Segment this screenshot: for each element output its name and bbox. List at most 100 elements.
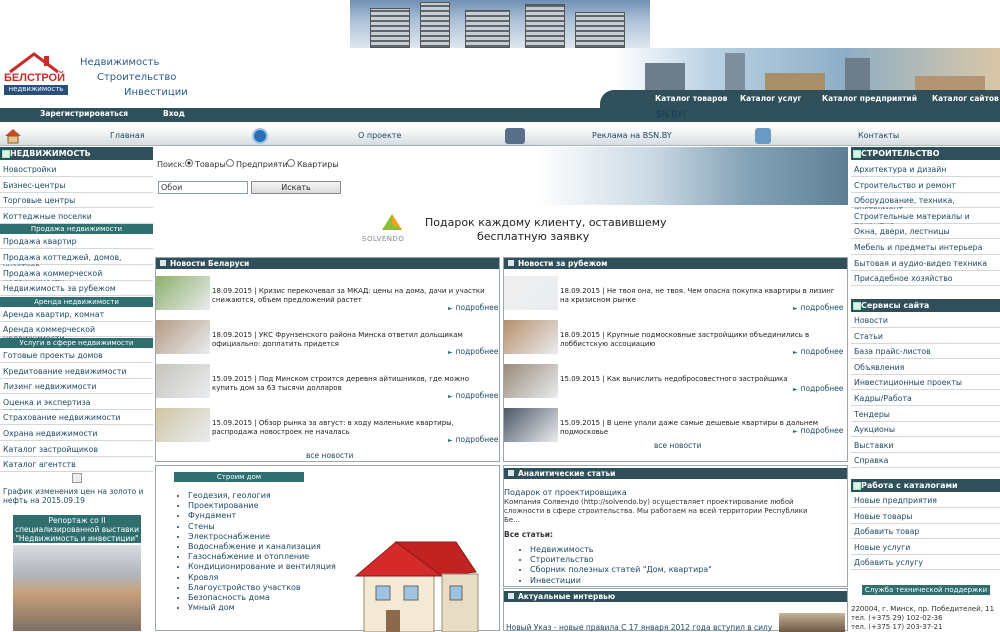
left-sidebar-item[interactable]: Каталог застройщиков: [0, 441, 153, 457]
right-sidebar-item[interactable]: Бытовая и аудио-видео техника: [851, 255, 1000, 271]
news-thumbnail[interactable]: [156, 408, 210, 442]
register-link[interactable]: Зарегистрироваться: [40, 109, 128, 118]
left-sidebar-item[interactable]: Охрана недвижимости: [0, 426, 153, 441]
menu-advertising[interactable]: Реклама на BSN.BY: [592, 131, 672, 140]
service-item[interactable]: База прайс-листов: [851, 344, 1000, 360]
right-sidebar-item[interactable]: Присадебное хозяйство: [851, 271, 1000, 287]
right-sidebar-item[interactable]: Строительные материалы и покрытия: [851, 208, 1000, 230]
left-sidebar-item[interactable]: Аренда коммерческой недвижимости: [0, 322, 153, 343]
build-house-item[interactable]: Кровля: [188, 573, 336, 583]
promo-banner[interactable]: SOLVENDO Подарок каждому клиенту, остави…: [155, 206, 848, 256]
catalog-services-link[interactable]: Каталог услуг: [740, 94, 801, 103]
service-item[interactable]: Выставки: [851, 437, 1000, 453]
exhibition-report-title[interactable]: Репортаж со II специализированной выстав…: [13, 515, 141, 543]
news-abroad-all[interactable]: все новости: [654, 441, 701, 450]
build-house-item[interactable]: Стены: [188, 522, 336, 532]
catalog-sites-link[interactable]: Каталог сайтов: [932, 94, 999, 103]
gold-oil-chart-link[interactable]: График изменения цен на золото и нефть н…: [3, 487, 151, 505]
menu-contacts[interactable]: Контакты: [858, 131, 899, 140]
build-house-item[interactable]: Фундамент: [188, 511, 336, 521]
right-sidebar-item[interactable]: Окна, двери, лестницы: [851, 224, 1000, 240]
catalog-work-item[interactable]: Добавить товар: [851, 524, 1000, 540]
top-banner[interactable]: [350, 0, 650, 48]
catalog-work-item[interactable]: Новые товары: [851, 508, 1000, 524]
catalog-work-item[interactable]: Новые предприятия: [851, 493, 1000, 508]
news-thumbnail[interactable]: [504, 276, 558, 310]
catalog-companies-link[interactable]: Каталог предприятий: [822, 94, 917, 103]
search-input[interactable]: Обои: [158, 181, 248, 194]
login-link[interactable]: Вход: [163, 109, 185, 118]
more-link[interactable]: подробнее: [448, 347, 499, 356]
radio-apartments[interactable]: [287, 159, 295, 167]
news-thumbnail[interactable]: [504, 408, 558, 442]
radio-companies[interactable]: [226, 159, 234, 167]
build-house-item[interactable]: Электроснабжение: [188, 532, 336, 542]
news-belarus-all[interactable]: все новости: [306, 451, 353, 460]
service-item[interactable]: Кадры/Работа: [851, 391, 1000, 406]
service-item[interactable]: Справка: [851, 453, 1000, 469]
left-sidebar-item[interactable]: Аренда квартир, комнат: [0, 306, 153, 322]
build-house-item[interactable]: Водоснабжение и канализация: [188, 542, 336, 552]
service-item[interactable]: Тендеры: [851, 406, 1000, 422]
left-sidebar-item[interactable]: Недвижимость за рубежом: [0, 281, 153, 297]
build-house-item[interactable]: Газоснабжение и отопление: [188, 552, 336, 562]
left-sidebar-item[interactable]: Продажа коттеджей, домов, участков: [0, 250, 153, 271]
build-house-item[interactable]: Благоустройство участков: [188, 583, 336, 593]
left-sidebar-item[interactable]: Готовые проекты домов: [0, 348, 153, 363]
service-item[interactable]: Статьи: [851, 328, 1000, 344]
service-item[interactable]: Новости: [851, 313, 1000, 328]
services-title: Сервисы сайта: [851, 299, 1000, 312]
left-sidebar-item[interactable]: Страхование недвижимости: [0, 410, 153, 426]
menu-home[interactable]: Главная: [110, 131, 145, 140]
more-link[interactable]: подробнее: [793, 347, 844, 356]
radio-goods[interactable]: [185, 159, 193, 167]
logo[interactable]: БЕЛСТРОЙ недвижимость: [4, 50, 70, 98]
catalog-work-item[interactable]: Добавить услугу: [851, 555, 1000, 571]
analytics-link[interactable]: Строительство: [530, 555, 712, 565]
more-link[interactable]: подробнее: [793, 303, 844, 312]
left-sidebar-item[interactable]: Торговые центры: [0, 193, 153, 209]
analytics-link[interactable]: Сборник полезных статей "Дом, квартира": [530, 565, 712, 575]
left-sidebar-item[interactable]: Кредитование недвижимости: [0, 363, 153, 379]
interview-image[interactable]: [779, 613, 845, 632]
left-sidebar-item[interactable]: Коттеджные поселки: [0, 208, 153, 224]
right-sidebar-item[interactable]: Архитектура и дизайн: [851, 162, 1000, 177]
left-sidebar-item[interactable]: Бизнес-центры: [0, 177, 153, 193]
news-thumbnail[interactable]: [504, 364, 558, 398]
left-sidebar-item[interactable]: Оценка и экспертиза недвижимости: [0, 394, 153, 416]
news-headline[interactable]: 15.09.2015 | Как вычислить недобросовест…: [560, 375, 845, 384]
analytics-lead-title[interactable]: Подарок от проектировщика: [504, 488, 627, 497]
left-sidebar-item[interactable]: Продажа квартир: [0, 234, 153, 250]
right-sidebar-item[interactable]: Мебель и предметы интерьера: [851, 240, 1000, 255]
news-thumbnail[interactable]: [156, 276, 210, 310]
catalog-work-item[interactable]: Новые услуги: [851, 539, 1000, 555]
build-house-item[interactable]: Умный дом: [188, 603, 336, 613]
exhibition-photo[interactable]: [13, 545, 141, 631]
build-house-item[interactable]: Проектирование: [188, 501, 336, 511]
search-button[interactable]: Искать: [251, 181, 341, 194]
news-thumbnail[interactable]: [156, 320, 210, 354]
left-sidebar-item[interactable]: Новостройки: [0, 162, 153, 177]
more-link[interactable]: подробнее: [448, 391, 499, 400]
analytics-link[interactable]: Инвестиции: [530, 576, 712, 586]
build-house-item[interactable]: Безопасность дома: [188, 593, 336, 603]
left-sidebar-item[interactable]: Лизинг недвижимости: [0, 379, 153, 395]
menu-about[interactable]: О проекте: [358, 131, 401, 140]
analytics-link[interactable]: Недвижимость: [530, 545, 712, 555]
more-link[interactable]: подробнее: [448, 303, 499, 312]
build-house-item[interactable]: Геодезия, геология: [188, 491, 336, 501]
service-item[interactable]: Аукционы: [851, 422, 1000, 438]
news-thumbnail[interactable]: [504, 320, 558, 354]
more-link[interactable]: подробнее: [793, 384, 844, 393]
service-item[interactable]: Объявления: [851, 359, 1000, 375]
right-sidebar-item[interactable]: Строительство и ремонт: [851, 177, 1000, 193]
news-thumbnail[interactable]: [156, 364, 210, 398]
more-link[interactable]: подробнее: [793, 426, 844, 435]
build-house-item[interactable]: Кондиционирование и вентиляция: [188, 562, 336, 572]
service-item[interactable]: Инвестиционные проекты: [851, 375, 1000, 391]
left-sidebar-item[interactable]: Каталог агентств: [0, 457, 153, 473]
right-sidebar-item[interactable]: Оборудование, техника, инструмент: [851, 193, 1000, 214]
left-sidebar-item[interactable]: Продажа коммерческой недвижимости: [0, 265, 153, 287]
more-link[interactable]: подробнее: [448, 435, 499, 444]
catalog-goods-link[interactable]: Каталог товаров: [655, 94, 727, 103]
